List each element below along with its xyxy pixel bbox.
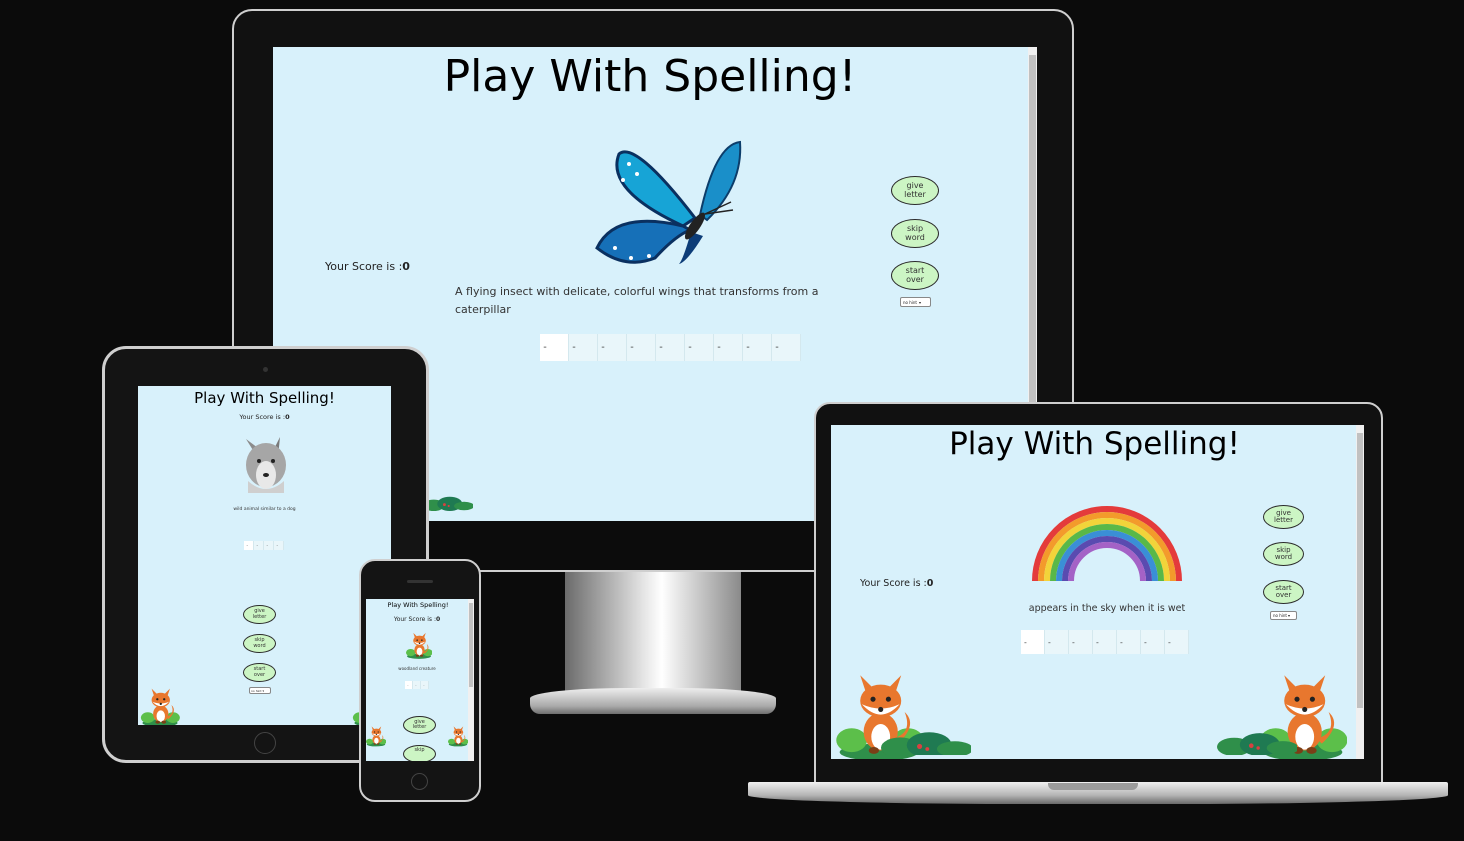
monitor-stand-neck	[565, 571, 741, 696]
skip-word-button[interactable]: skip word	[243, 634, 276, 653]
score-display: Your Score is :0	[325, 260, 410, 273]
letter-input[interactable]: -	[274, 541, 284, 550]
start-over-button[interactable]: start over	[1263, 580, 1304, 604]
letter-input[interactable]: -	[656, 334, 685, 361]
score-value: 0	[402, 260, 410, 273]
letter-inputs: - - - - - - - - -	[540, 334, 801, 361]
letter-input[interactable]: -	[1069, 630, 1093, 654]
start-over-button[interactable]: start over	[243, 663, 276, 682]
letter-input[interactable]: -	[244, 541, 254, 550]
letter-input[interactable]: -	[1165, 630, 1189, 654]
start-over-button[interactable]: start over	[891, 261, 939, 290]
page-title: Play With Spelling!	[387, 601, 449, 609]
score-value: 0	[435, 616, 441, 623]
letter-input[interactable]: -	[714, 334, 743, 361]
fox-illustration-right	[448, 717, 468, 753]
monitor-stand-base	[530, 688, 776, 714]
letter-input[interactable]: -	[421, 681, 429, 689]
scrollbar[interactable]	[1356, 425, 1364, 759]
page-title: Play With Spelling!	[194, 389, 335, 407]
score-display: Your Score is :0	[366, 616, 468, 623]
phone-home-button[interactable]	[411, 773, 428, 790]
score-label: Your Score is :	[393, 616, 436, 623]
letter-inputs: - - - -	[244, 541, 284, 550]
laptop-screen: Play With Spelling! Your Score is :0 app…	[831, 425, 1364, 759]
score-label: Your Score is :	[860, 578, 927, 589]
letter-input[interactable]: -	[772, 334, 801, 361]
skip-word-button[interactable]: skip word	[1263, 542, 1304, 566]
letter-input[interactable]: -	[685, 334, 714, 361]
page-title: Play With Spelling!	[949, 426, 1240, 462]
scrollbar-thumb[interactable]	[469, 603, 473, 687]
hint-select[interactable]: no hint ▾	[249, 687, 271, 694]
letter-input[interactable]: -	[413, 681, 421, 689]
letter-input[interactable]: -	[1045, 630, 1069, 654]
hint-select-value: no hint	[903, 299, 918, 305]
score-display: Your Score is :0	[138, 413, 391, 421]
skip-word-button[interactable]: skip word	[891, 219, 939, 248]
letter-inputs: - - -	[405, 681, 429, 689]
page-title: Play With Spelling!	[443, 51, 857, 102]
letter-input[interactable]: -	[627, 334, 656, 361]
give-letter-button[interactable]: give letter	[1263, 505, 1304, 529]
bush-decoration	[1217, 725, 1297, 755]
butterfly-image	[595, 140, 742, 264]
wolf-image	[246, 437, 286, 493]
give-letter-button[interactable]: give letter	[243, 605, 276, 624]
rainbow-image	[1032, 506, 1182, 582]
fox-illustration-left	[366, 717, 386, 753]
score-label: Your Score is :	[239, 413, 286, 421]
clue-text: woodland creature	[398, 666, 436, 671]
letter-input[interactable]: -	[1117, 630, 1141, 654]
clue-text: A flying insect with delicate, colorful …	[455, 285, 819, 316]
scrollbar[interactable]	[468, 599, 474, 761]
score-label: Your Score is :	[325, 260, 403, 273]
give-letter-button[interactable]: give letter	[403, 716, 436, 734]
letter-input[interactable]: -	[1141, 630, 1165, 654]
chevron-down-icon: ▾	[262, 688, 265, 693]
phone-screen: Play With Spelling! Your Score is :0 woo…	[366, 599, 474, 761]
skip-word-button[interactable]: skip	[403, 745, 436, 761]
letter-input[interactable]: -	[405, 681, 413, 689]
hint-select[interactable]: no hint ▾	[1270, 611, 1297, 620]
tablet-home-button[interactable]	[254, 732, 276, 754]
score-value: 0	[285, 413, 290, 421]
letter-input[interactable]: -	[540, 334, 569, 361]
scrollbar-thumb[interactable]	[1357, 433, 1363, 708]
tablet-camera	[263, 367, 268, 372]
bush-decoration	[881, 725, 971, 755]
score-display: Your Score is :0	[860, 578, 933, 589]
tablet-screen: Play With Spelling! Your Score is :0 wil…	[138, 386, 391, 725]
hint-select[interactable]: no hint ▾	[900, 297, 931, 307]
letter-input[interactable]: -	[254, 541, 264, 550]
laptop-notch	[1048, 783, 1138, 790]
scrollbar-thumb[interactable]	[1029, 55, 1036, 415]
hint-select-value: no hint	[251, 688, 262, 693]
letter-input[interactable]: -	[264, 541, 274, 550]
letter-input[interactable]: -	[743, 334, 772, 361]
letter-input[interactable]: -	[1021, 630, 1045, 654]
chevron-down-icon: ▾	[1288, 613, 1291, 618]
hint-select-value: no hint	[1273, 613, 1288, 618]
bush-decoration	[423, 489, 473, 513]
letter-inputs: - - - - - - -	[1021, 630, 1189, 654]
give-letter-button[interactable]: give letter	[891, 176, 939, 205]
clue-text: wild animal similar to a dog	[233, 507, 296, 512]
chevron-down-icon: ▾	[919, 299, 922, 305]
letter-input[interactable]: -	[598, 334, 627, 361]
phone-speaker	[407, 580, 433, 583]
score-value: 0	[926, 578, 934, 589]
letter-input[interactable]: -	[1093, 630, 1117, 654]
letter-input[interactable]: -	[569, 334, 598, 361]
fox-illustration-left	[138, 684, 182, 725]
fox-image	[406, 629, 432, 659]
clue-text: appears in the sky when it is wet	[1028, 603, 1186, 614]
